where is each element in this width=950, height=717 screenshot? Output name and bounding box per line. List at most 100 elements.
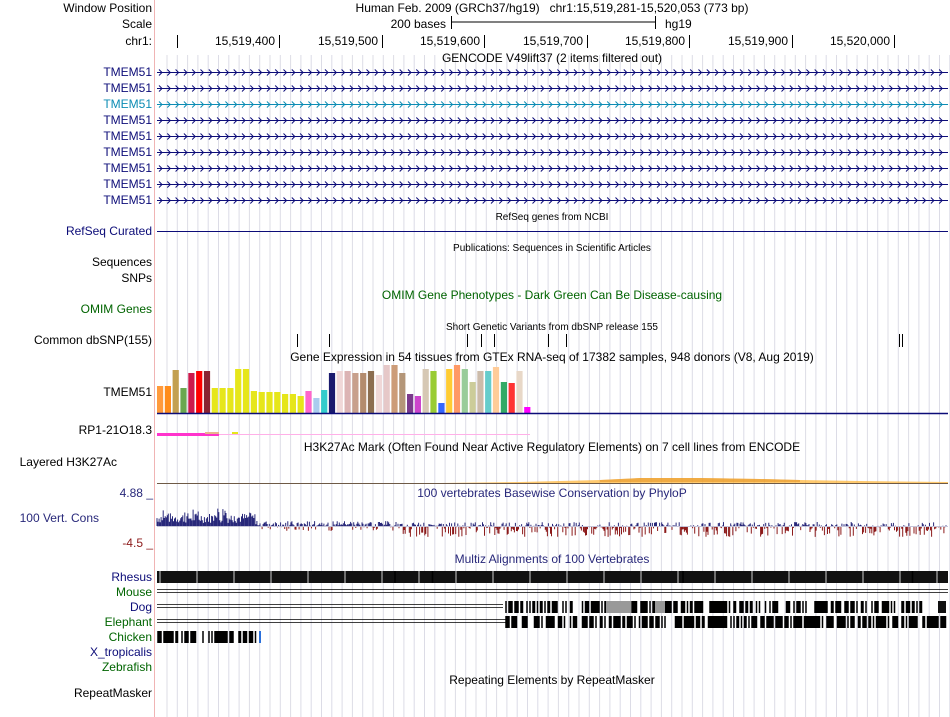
species-label[interactable]: X_tropicalis <box>90 645 152 659</box>
ruler-tick-label: 15,519,600 <box>420 34 480 48</box>
gencode-transcript[interactable]: TMEM51 <box>103 193 948 207</box>
gencode-transcript[interactable]: TMEM51 <box>103 161 948 175</box>
ruler-tick-label: 15,519,800 <box>625 34 685 48</box>
gencode-transcript[interactable]: TMEM51 <box>103 97 948 111</box>
gencode-transcript[interactable]: TMEM51 <box>103 81 948 95</box>
transcript-name[interactable]: TMEM51 <box>103 97 152 111</box>
dbsnp-track-label[interactable]: Common dbSNP(155) <box>34 333 152 347</box>
gtex-tissue-bar <box>453 365 461 413</box>
gtex-tissue-bar <box>313 398 320 413</box>
ruler-tick-label: 15,519,700 <box>523 34 583 48</box>
repeatmasker-track-label[interactable]: RepeatMasker <box>74 686 152 700</box>
gtex-tissue-bar <box>328 373 336 413</box>
gtex-tissue-bar <box>211 388 218 413</box>
gtex-tissue-bar <box>500 382 507 413</box>
rhesus-alignment <box>157 571 948 583</box>
multiz-species-row[interactable]: Elephant <box>105 615 947 629</box>
multiz-species-row[interactable]: Zebrafish <box>102 660 152 674</box>
multiz-species-row[interactable]: Dog <box>130 600 946 614</box>
transcript-name[interactable]: TMEM51 <box>103 81 152 95</box>
ruler-tick-label: 15,519,900 <box>728 34 788 48</box>
gtex-tissue-bar <box>492 367 500 413</box>
repeatmasker-track-title: Repeating Elements by RepeatMasker <box>449 673 654 687</box>
gtex-tissue-bar <box>164 386 171 413</box>
conservation-negative <box>261 527 946 537</box>
gtex-tissue-bar <box>242 369 250 413</box>
transcript-name[interactable]: TMEM51 <box>103 145 152 159</box>
multiz-species-row[interactable]: Rhesus <box>111 570 948 584</box>
gtex-tissue-bar <box>172 370 179 413</box>
h3k27ac-signal[interactable] <box>157 478 948 484</box>
gtex-tissue-bar <box>188 373 195 413</box>
species-label[interactable]: Mouse <box>116 585 152 599</box>
conservation-min-label: -4.5 _ <box>122 536 153 550</box>
window-position-label: Window Position <box>63 1 152 15</box>
multiz-species-row[interactable]: Chicken <box>109 630 261 644</box>
gtex-tissue-bar <box>407 394 414 413</box>
gtex-tissue-bar <box>235 369 242 413</box>
gtex-tissue-bar <box>258 392 265 413</box>
h3k27ac-track-title: H3K27Ac Mark (Often Found Near Active Re… <box>304 440 800 454</box>
gtex-track-title: Gene Expression in 54 tissues from GTEx … <box>290 350 814 364</box>
gtex-tissue-bar <box>485 371 492 413</box>
gtex-tissue-bar <box>203 371 211 413</box>
publications-sequences-label[interactable]: Sequences <box>92 255 152 269</box>
gtex-tissue-bar <box>360 373 367 413</box>
gencode-transcript[interactable]: TMEM51 <box>103 129 948 143</box>
omim-track-label[interactable]: OMIM Genes <box>81 302 152 316</box>
gencode-transcript[interactable]: TMEM51 <box>103 177 948 191</box>
gtex-tissue-bar <box>196 371 203 413</box>
gtex-tissue-bar <box>430 371 437 413</box>
window-position-value[interactable]: Human Feb. 2009 (GRCh37/hg19) chr1:15,51… <box>356 1 749 15</box>
conservation-track-title: 100 vertebrates Basewise Conservation by… <box>417 486 686 500</box>
alignment-blocks <box>157 631 257 643</box>
dog-gray-block <box>655 601 665 613</box>
base-position-ruler[interactable]: 15,519,400 15,519,500 15,519,600 15,519,700… <box>177 34 895 48</box>
species-label[interactable]: Chicken <box>109 630 152 644</box>
conservation-track-label[interactable]: 100 Vert. Cons <box>20 511 99 525</box>
transcript-name[interactable]: TMEM51 <box>103 161 152 175</box>
conservation-wiggle[interactable] <box>156 508 948 537</box>
gencode-transcript[interactable]: TMEM51 <box>103 145 948 159</box>
gtex-tissue-bar <box>477 371 484 413</box>
omim-track-title: OMIM Gene Phenotypes - Dark Green Can Be… <box>382 288 722 302</box>
chrom-label: chr1: <box>125 34 152 48</box>
h3k27ac-track-label[interactable]: Layered H3K27Ac <box>20 455 117 469</box>
scale-label: Scale <box>122 17 152 31</box>
transcript-name[interactable]: TMEM51 <box>103 129 152 143</box>
gtex-tissue-bar <box>399 373 406 413</box>
transcript-name[interactable]: TMEM51 <box>103 177 152 191</box>
conservation-max-label: 4.88 _ <box>120 486 154 500</box>
ruler-tick-label: 15,519,500 <box>318 34 378 48</box>
multiz-species-row[interactable]: Mouse <box>116 585 948 599</box>
scale-bar <box>451 16 656 29</box>
gencode-track[interactable]: TMEM51 TMEM51 TMEM51 TMEM51 TMEM51 TMEM51 TMEM… <box>103 65 948 207</box>
multiz-species-row[interactable]: X_tropicalis <box>90 645 152 659</box>
species-label[interactable]: Rhesus <box>111 570 152 584</box>
gencode-transcript[interactable]: TMEM51 <box>103 65 948 79</box>
gencode-track-title: GENCODE V49lift37 (2 items filtered out) <box>442 51 662 65</box>
dog-end-block <box>938 601 946 613</box>
gtex-tissue-bar <box>461 369 468 413</box>
transcript-name[interactable]: TMEM51 <box>103 65 152 79</box>
gtex-tissue-bar <box>516 371 523 413</box>
species-label[interactable]: Elephant <box>105 615 153 629</box>
gtex-tissue-bar <box>508 383 515 413</box>
transcript-name[interactable]: TMEM51 <box>103 193 152 207</box>
gtex-expression-bars[interactable] <box>157 365 531 413</box>
species-label[interactable]: Dog <box>130 600 152 614</box>
dog-gray-block <box>606 601 631 613</box>
lncrna-track-label[interactable]: RP1-21O18.3 <box>79 423 153 437</box>
gtex-tissue-bar <box>383 365 390 413</box>
gencode-transcript[interactable]: TMEM51 <box>103 113 948 127</box>
gtex-tissue-bar <box>344 371 351 413</box>
publications-snps-label[interactable]: SNPs <box>121 271 152 285</box>
gtex-tissue-bar <box>274 392 281 413</box>
refseq-track-label[interactable]: RefSeq Curated <box>66 224 152 238</box>
species-label[interactable]: Zebrafish <box>102 660 152 674</box>
multiz-track-title: Multiz Alignments of 100 Vertebrates <box>455 552 650 566</box>
transcript-name[interactable]: TMEM51 <box>103 113 152 127</box>
lncrna-transcript[interactable] <box>157 432 530 436</box>
genome-browser-image[interactable]: Window Position Human Feb. 2009 (GRCh37/… <box>0 0 950 717</box>
gtex-track-label[interactable]: TMEM51 <box>103 385 152 399</box>
